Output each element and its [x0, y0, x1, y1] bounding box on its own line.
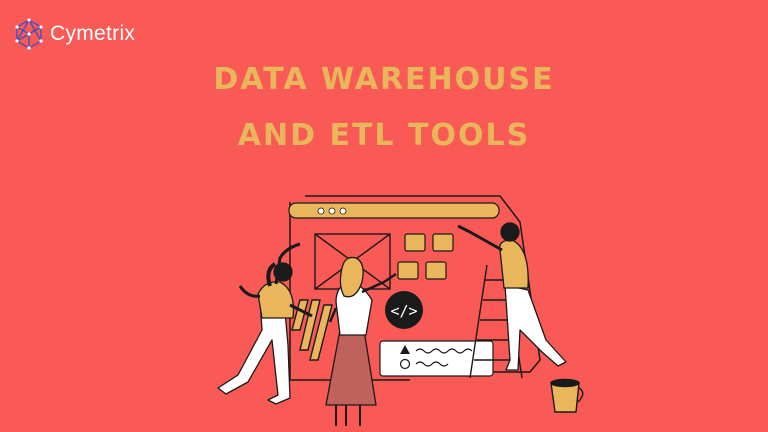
- code-symbol: </>: [390, 302, 417, 320]
- status-card: [379, 340, 494, 377]
- window-dots-icon: [317, 207, 347, 215]
- illustration: </>: [217, 195, 584, 426]
- bucket-icon: [550, 378, 584, 413]
- grid-tiles: [397, 233, 454, 280]
